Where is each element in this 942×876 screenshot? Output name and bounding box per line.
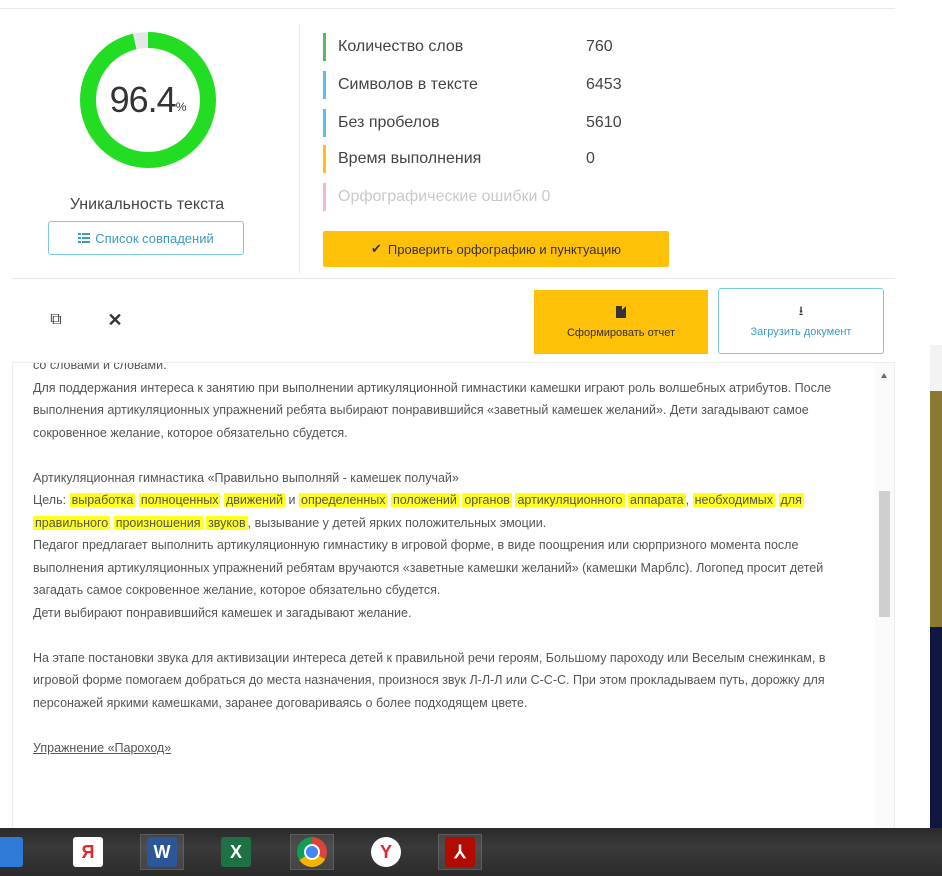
goal-prefix: Цель: [33, 493, 67, 507]
scroll-up-arrow[interactable] [881, 373, 887, 378]
stat-value: 5610 [586, 114, 622, 131]
download-icon: ⭳ [798, 302, 804, 318]
expand-icon[interactable]: ✕ [104, 309, 126, 331]
text-content: со словами и словами. Для поддержания ин… [33, 362, 851, 759]
highlighted-word: артикуляционного [515, 493, 625, 507]
stat-value: 760 [586, 38, 613, 55]
stat-word-count: Количество слов 760 [323, 33, 613, 61]
stat-char-count: Символов в тексте 6453 [323, 71, 622, 99]
matches-list-label: Список совпадений [95, 230, 214, 246]
yandex-browser-icon[interactable]: Я [66, 834, 110, 870]
text-paragraph: Для поддержания интереса к занятию при в… [33, 380, 832, 440]
copy-icon[interactable]: ⧉ [45, 309, 67, 331]
highlighted-word: определенных [299, 493, 388, 507]
highlighted-word: органов [462, 493, 512, 507]
yandex-icon[interactable]: Y [364, 834, 408, 870]
background-window-strip [930, 345, 942, 391]
text-editor[interactable]: со словами и словами. Для поддержания ин… [12, 362, 895, 828]
highlighted-word: для [778, 493, 804, 507]
highlighted-word: необходимых [692, 493, 776, 507]
plain-word: , [685, 493, 690, 507]
stat-value: 0 [541, 188, 551, 205]
plain-word: и [288, 493, 296, 507]
stat-bar [323, 71, 326, 99]
text-paragraph: На этапе постановки звука для активизаци… [33, 650, 826, 710]
upload-document-label: Загрузить документ [750, 325, 852, 338]
chrome-icon[interactable] [290, 834, 334, 870]
generate-report-button[interactable]: Сформировать отчет [534, 290, 708, 354]
check-spelling-button[interactable]: ✔ Проверить орфографию и пунктуацию [323, 231, 669, 267]
background-window-strip [930, 391, 942, 627]
plain-text: , вызывание у детей ярких положительных … [247, 515, 547, 530]
highlighted-word: выработка [69, 493, 136, 507]
acrobat-icon[interactable]: ⅄ [438, 834, 482, 870]
highlighted-word: правильного [33, 515, 111, 530]
upload-document-button[interactable]: ⭳ Загрузить документ [718, 288, 884, 354]
excel-icon[interactable]: X [214, 834, 258, 870]
stat-no-spaces: Без пробелов 5610 [323, 109, 622, 137]
generate-report-label: Сформировать отчет [566, 326, 676, 339]
highlighted-word: положений [390, 493, 459, 507]
highlighted-word: полноценных [138, 493, 221, 507]
uniqueness-ring: 96.4 % [78, 30, 218, 170]
text-paragraph: Педагог предлагает выполнить артикуляцио… [33, 538, 824, 597]
document-icon [616, 305, 626, 318]
stat-label: Время выполнения [338, 150, 482, 167]
highlighted-word: движений [223, 493, 286, 507]
word-icon[interactable]: W [140, 834, 184, 870]
stat-label: Символов в тексте [338, 76, 478, 93]
stat-bar [323, 33, 326, 61]
matches-list-button[interactable]: Список совпадений [48, 221, 244, 255]
start-icon[interactable] [0, 834, 30, 870]
uniqueness-value: 96.4 [109, 79, 177, 120]
vertical-divider [299, 24, 300, 274]
stat-exec-time: Время выполнения 0 [323, 145, 595, 173]
highlighted-word: произношения [113, 515, 203, 530]
stat-spelling-errors: Орфографические ошибки 0 [323, 183, 550, 211]
check-icon: ✔ [370, 241, 382, 256]
stat-bar [323, 183, 326, 211]
text-heading: Упражнение «Пароход» [33, 740, 172, 755]
editor-toolbar: ⧉ ✕ Сформировать отчет ⭳ Загрузить докум… [12, 278, 895, 363]
text-paragraph-goal: Цель: выработка полноценных движений и о… [33, 489, 851, 534]
uniqueness-unit: % [175, 100, 187, 114]
background-window-strip [930, 627, 942, 831]
stat-label: Количество слов [338, 38, 464, 55]
highlighted-word: аппарата [628, 493, 686, 507]
list-icon [78, 233, 91, 243]
check-spelling-label: Проверить орфографию и пунктуацию [387, 241, 621, 257]
stat-value: 6453 [586, 76, 622, 93]
taskbar: Я W X Y ⅄ [0, 828, 942, 876]
stat-bar [323, 109, 326, 137]
highlighted-word: звуков [206, 515, 248, 530]
text-heading: Артикуляционная гимнастика «Правильно вы… [33, 470, 459, 485]
stat-label: Орфографические ошибки [338, 188, 538, 205]
stat-value: 0 [586, 150, 595, 167]
uniqueness-label: Уникальность текста [69, 196, 225, 213]
top-divider [0, 8, 895, 9]
stat-label: Без пробелов [338, 114, 440, 131]
text-line: со словами и словами. [33, 362, 167, 372]
stat-bar [323, 145, 326, 173]
scrollbar-thumb[interactable] [879, 491, 890, 617]
text-paragraph: Дети выбирают понравившийся камешек и за… [33, 605, 412, 620]
